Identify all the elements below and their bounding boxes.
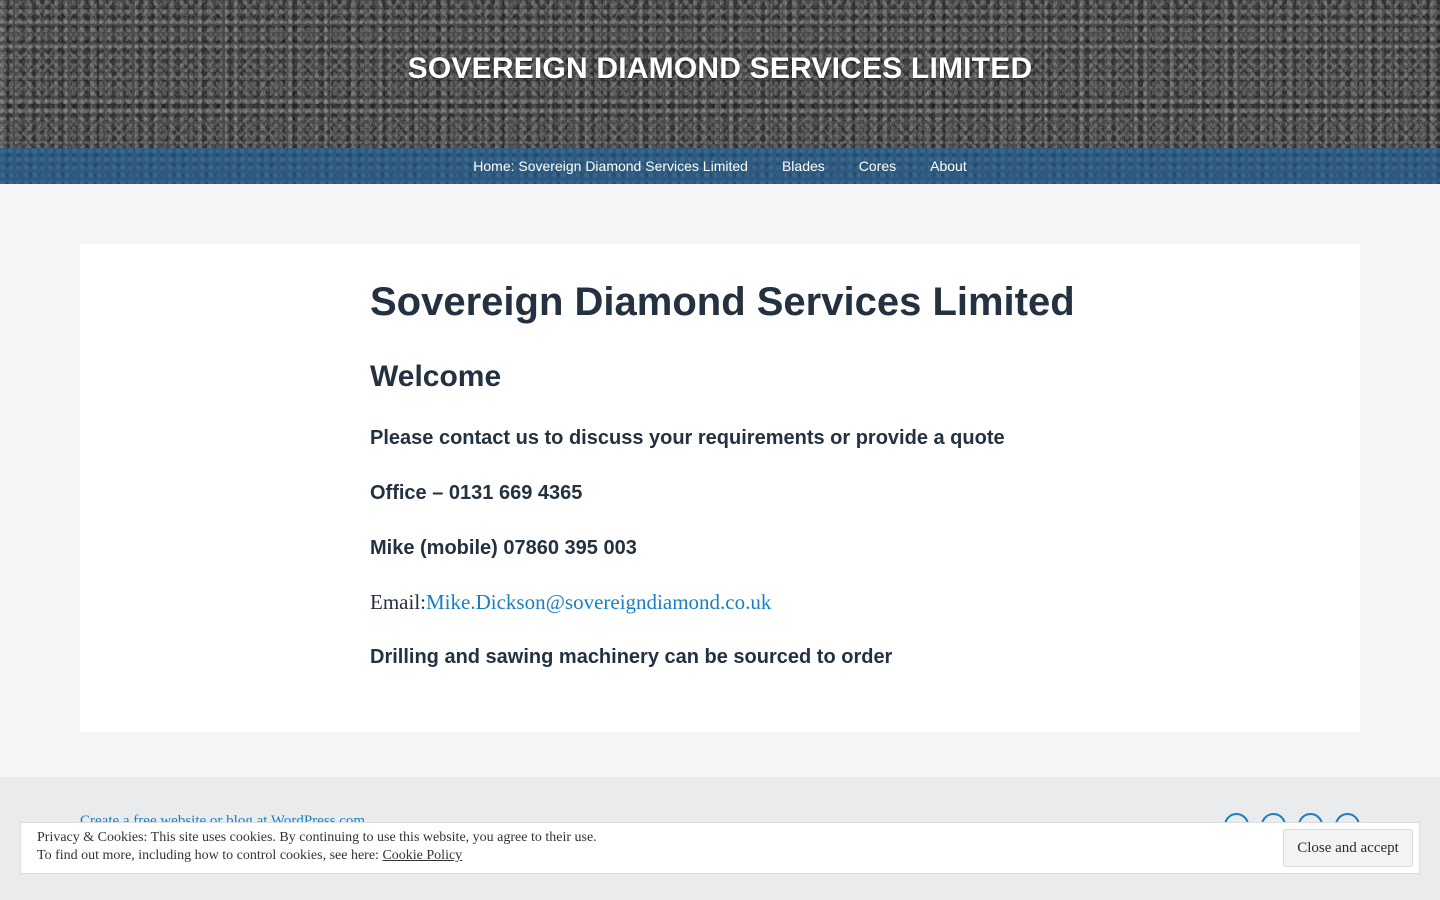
email-line: Email:Mike.Dickson@sovereigndiamond.co.u…	[370, 590, 771, 615]
close-and-accept-button[interactable]: Close and accept	[1283, 829, 1413, 867]
nav-item-cores[interactable]: Cores	[859, 148, 896, 184]
contact-text: Please contact us to discuss your requir…	[370, 427, 1005, 449]
main-navigation: Home: Sovereign Diamond Services Limited…	[0, 148, 1440, 184]
nav-item-about[interactable]: About	[930, 148, 967, 184]
cookie-policy-link[interactable]: Cookie Policy	[382, 848, 462, 863]
nav-item-home[interactable]: Home: Sovereign Diamond Services Limited	[473, 148, 748, 184]
cookie-notice-line: Privacy & Cookies: This site uses cookie…	[37, 830, 597, 845]
mobile-phone: Mike (mobile) 07860 395 003	[370, 537, 637, 559]
welcome-heading: Welcome	[370, 360, 502, 393]
cookie-banner: Privacy & Cookies: This site uses cookie…	[20, 822, 1420, 874]
cookie-more-info-text: To find out more, including how to contr…	[37, 848, 383, 863]
site-header: SOVEREIGN DIAMOND SERVICES LIMITED	[0, 0, 1440, 148]
site-title[interactable]: SOVEREIGN DIAMOND SERVICES LIMITED	[0, 52, 1440, 86]
email-label: Email:	[370, 590, 426, 614]
nav-item-blades[interactable]: Blades	[782, 148, 825, 184]
email-link[interactable]: Mike.Dickson@sovereigndiamond.co.uk	[426, 590, 771, 614]
office-phone: Office – 0131 669 4365	[370, 482, 583, 504]
cookie-text: Privacy & Cookies: This site uses cookie…	[37, 829, 597, 865]
page-title: Sovereign Diamond Services Limited	[370, 280, 1075, 324]
machinery-text: Drilling and sawing machinery can be sou…	[370, 646, 893, 668]
cookie-more-info-line: To find out more, including how to contr…	[37, 847, 597, 865]
content-card: Sovereign Diamond Services Limited Welco…	[80, 244, 1360, 732]
